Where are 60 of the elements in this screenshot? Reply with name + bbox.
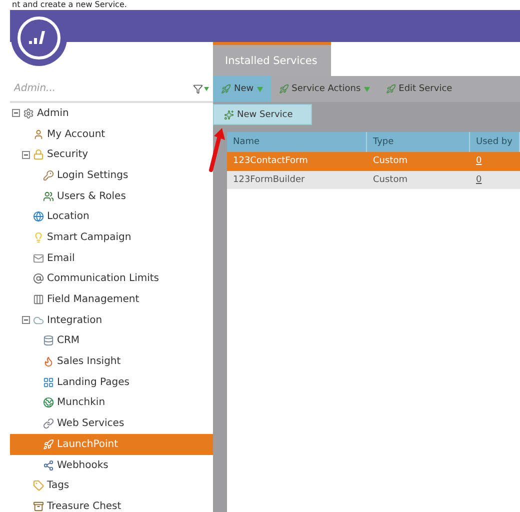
tree-item[interactable]: Location — [10, 206, 213, 228]
menu-item[interactable]: New Service — [213, 104, 312, 125]
tree-item[interactable]: Landing Pages — [10, 372, 213, 393]
tree-item[interactable]: Users & Roles — [10, 186, 213, 206]
users-icon — [43, 190, 54, 202]
cloud-icon — [33, 314, 44, 326]
toolbar-button[interactable]: Service Actions — [270, 76, 378, 102]
globe-icon — [43, 397, 54, 408]
gear-icon — [23, 108, 34, 119]
mail-icon — [33, 252, 44, 264]
archive-icon — [33, 500, 44, 512]
toolbar-button[interactable]: New — [213, 76, 271, 102]
collapse-icon[interactable] — [22, 150, 30, 159]
columns-icon — [33, 294, 44, 306]
user-icon — [33, 128, 44, 140]
table-row[interactable]: 123FormBuilder Custom 0 — [227, 170, 520, 189]
lightbulb-icon — [33, 232, 44, 243]
tree-item[interactable]: Communication Limits — [10, 268, 213, 290]
sparkle-icon — [224, 110, 234, 120]
share-icon — [43, 460, 54, 471]
at-sign-icon — [33, 273, 44, 284]
table-cell-text: Custom — [372, 174, 408, 187]
tree-item[interactable]: Web Services — [10, 413, 213, 434]
collapse-icon[interactable] — [12, 109, 20, 118]
lock-icon — [33, 149, 44, 160]
link-icon — [43, 418, 54, 430]
grid-icon — [43, 376, 54, 388]
filter-icon[interactable] — [193, 84, 209, 94]
tree-item[interactable]: Munchkin — [10, 392, 213, 414]
key-icon — [43, 170, 54, 181]
tree-item[interactable]: Email — [10, 248, 213, 268]
globe-icon — [33, 211, 44, 222]
tree-item[interactable]: My Account — [10, 124, 213, 144]
collapse-icon[interactable] — [22, 316, 30, 324]
rocket-icon — [386, 84, 396, 94]
database-icon — [43, 335, 54, 346]
tree-item[interactable]: Admin — [10, 103, 213, 124]
rocket-icon — [43, 438, 54, 450]
caption-text: nt and create a new Service. — [11, 0, 128, 10]
table-cell-text: 123ContactForm — [232, 155, 309, 168]
rocket-icon — [221, 84, 231, 94]
tree-item[interactable]: CRM — [10, 330, 213, 352]
tree-item[interactable]: Tags — [10, 475, 213, 496]
tree-item[interactable]: Security — [10, 144, 213, 166]
table-cell-text: Custom — [372, 155, 408, 168]
tree-item[interactable]: Smart Campaign — [10, 227, 213, 248]
caret-icon — [256, 86, 263, 92]
rocket-icon — [278, 84, 289, 94]
tree-item[interactable]: Webhooks — [10, 454, 213, 476]
tree-item[interactable]: Treasure Chest — [10, 496, 213, 512]
tree-item[interactable]: Login Settings — [10, 165, 213, 186]
tree-item[interactable]: Integration — [10, 310, 213, 331]
table-cell-text: 123FormBuilder — [232, 174, 306, 187]
toolbar-button[interactable]: Edit Service — [378, 76, 460, 102]
tag-icon — [33, 480, 44, 492]
tree-item[interactable]: Sales Insight — [10, 351, 213, 372]
caret-icon — [364, 86, 370, 92]
count-link[interactable]: 0 — [476, 174, 482, 185]
flame-icon — [43, 356, 54, 368]
tree-item[interactable]: Field Management — [10, 289, 213, 310]
